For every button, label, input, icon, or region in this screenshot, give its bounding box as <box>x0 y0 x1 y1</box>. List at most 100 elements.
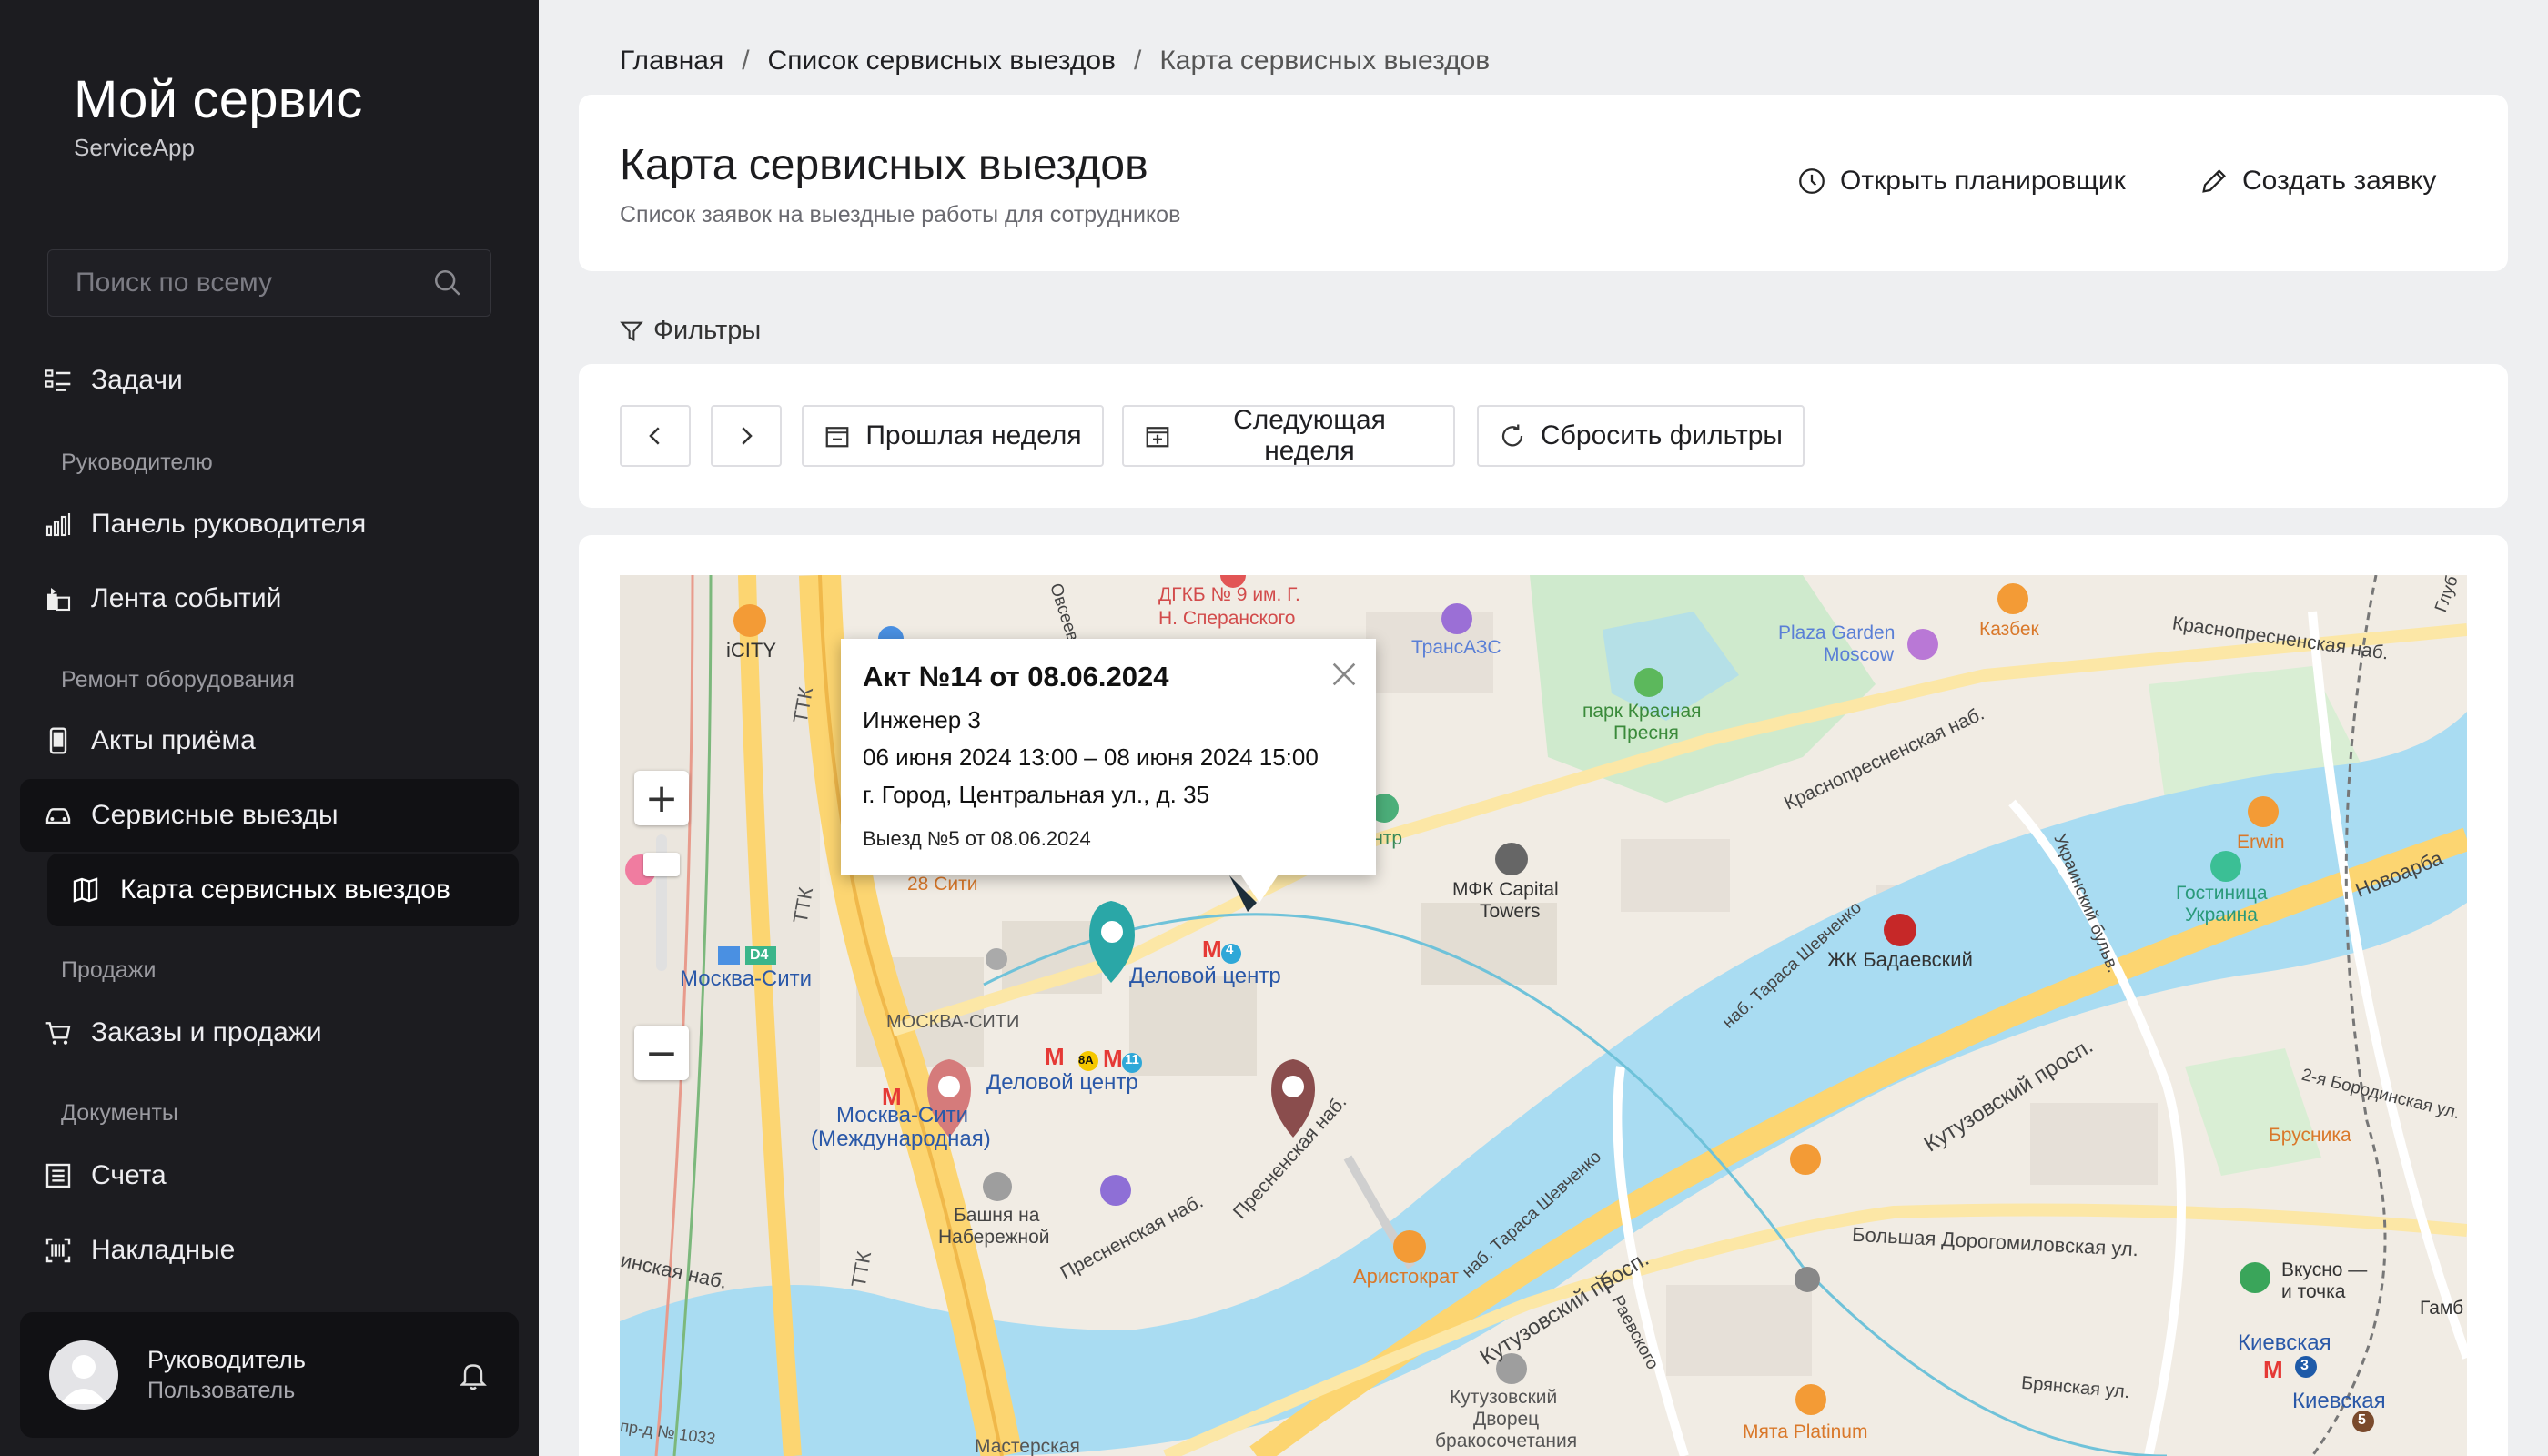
chevron-left-icon <box>649 427 660 445</box>
create-request-label: Создать заявку <box>2242 166 2437 196</box>
map-label-masterskaya: Мастерская <box>975 1436 1080 1456</box>
sidebar-item-orders[interactable]: Заказы и продажи <box>20 996 519 1069</box>
map-label-kutuzpalace3: бракосочетания <box>1435 1431 1578 1451</box>
open-planner-button[interactable]: Открыть планировщик <box>1796 166 2126 197</box>
reset-filters-button[interactable]: Сбросить фильтры <box>1477 405 1805 467</box>
map-label-moscowcitybld: МОСКВА-СИТИ <box>886 1012 1020 1032</box>
section-label-documents: Документы <box>61 1100 178 1126</box>
calendar-minus-icon <box>824 422 851 450</box>
bar-chart-icon <box>44 510 73 539</box>
close-icon[interactable] <box>1329 659 1360 690</box>
map-label-delovoy2: Деловой центр <box>986 1070 1138 1095</box>
task-list-icon <box>44 366 73 395</box>
sidebar-item-label: Задачи <box>91 365 183 395</box>
metro-line-8a: 8А <box>1078 1053 1094 1067</box>
map-label-bashnya2: Набережной <box>938 1227 1050 1248</box>
create-request-button[interactable]: Создать заявку <box>2199 166 2436 197</box>
map-label-mfk2: Towers <box>1480 901 1541 922</box>
search-icon[interactable] <box>432 268 463 298</box>
brand: Мой сервис ServiceApp <box>74 69 362 162</box>
user-panel[interactable]: Руководитель Пользователь <box>20 1312 519 1438</box>
sidebar-item-waybills[interactable]: Накладные <box>20 1214 519 1287</box>
map-label-kutuzpalace: Кутузовский <box>1450 1387 1558 1408</box>
map-label-mata: Мята Platinum <box>1743 1421 1868 1442</box>
map-label-plaza: Plaza Garden <box>1778 622 1896 643</box>
filters-label: Фильтры <box>653 316 762 345</box>
sidebar-item-label: Панель руководителя <box>91 509 367 539</box>
map-label-delovoy: Деловой центр <box>1129 964 1281 988</box>
cart-icon <box>44 1018 73 1047</box>
brand-subtitle: ServiceApp <box>74 134 195 161</box>
prev-button[interactable] <box>620 405 691 467</box>
breadcrumb-list[interactable]: Список сервисных выездов <box>768 46 1116 76</box>
sidebar-item-label: Счета <box>91 1160 167 1190</box>
sidebar-item-events[interactable]: Лента событий <box>20 562 519 635</box>
sidebar-item-tasks[interactable]: Задачи <box>20 344 519 417</box>
sidebar-item-invoices[interactable]: Счета <box>20 1139 519 1212</box>
user-role: Пользователь <box>147 1378 296 1403</box>
bell-icon[interactable] <box>457 1359 490 1391</box>
invoice-icon <box>44 1161 73 1190</box>
metro-line-11: 11 <box>1125 1052 1139 1067</box>
filter-card: Прошлая неделя Следующая неделя Сбросить… <box>579 364 2508 508</box>
popup-tail <box>1241 875 1278 903</box>
sidebar-item-service-map[interactable]: Карта сервисных выездов <box>47 854 519 926</box>
barcode-icon <box>44 1236 73 1265</box>
device-icon <box>44 726 73 755</box>
map-label-ukraina2: Украина <box>2185 905 2258 925</box>
clock-icon <box>1796 166 1827 197</box>
svg-text:M: M <box>1202 935 1222 963</box>
sidebar-item-label: Накладные <box>91 1235 236 1265</box>
svg-text:M: M <box>1045 1043 1065 1070</box>
map-label-gamb: Гамб <box>2420 1298 2464 1319</box>
next-week-button[interactable]: Следующая неделя <box>1122 405 1455 467</box>
zoom-out-button[interactable]: − <box>634 1026 689 1080</box>
sidebar-item-label: Карта сервисных выездов <box>120 875 450 905</box>
breadcrumb: Главная / Список сервисных выездов / Кар… <box>620 46 1490 76</box>
next-button[interactable] <box>711 405 782 467</box>
filter-icon <box>620 321 643 341</box>
breadcrumb-home[interactable]: Главная <box>620 46 723 76</box>
map-label-moscowcity: Москва-Сити <box>680 966 813 991</box>
popup-address: г. Город, Центральная ул., д. 35 <box>863 781 1210 808</box>
popup-title: Акт №14 от 08.06.2024 <box>863 661 1169 693</box>
popup-period: 06 июня 2024 13:00 – 08 июня 2024 15:00 <box>863 743 1319 771</box>
search-box[interactable] <box>47 249 491 317</box>
calendar-plus-icon <box>1144 422 1171 450</box>
sidebar-item-dashboard[interactable]: Панель руководителя <box>20 488 519 561</box>
section-label-repair: Ремонт оборудования <box>61 667 295 693</box>
chevron-right-icon <box>742 427 753 445</box>
map-label-bashnya: Башня на <box>954 1205 1040 1226</box>
sidebar-item-label: Акты приёма <box>91 725 256 755</box>
car-icon <box>44 801 73 830</box>
svg-text:M: M <box>2263 1356 2283 1383</box>
pencil-icon <box>2199 166 2230 197</box>
filters-toggle[interactable]: Фильтры <box>619 316 761 346</box>
map-label-badaevsky: ЖК Бадаевский <box>1827 948 1973 971</box>
map-label-kievskaya: Киевская <box>2238 1330 2331 1355</box>
page-title: Карта сервисных выездов <box>620 141 1148 189</box>
zoom-control: + − <box>634 771 689 1080</box>
prev-week-button[interactable]: Прошлая неделя <box>802 405 1104 467</box>
zoom-in-button[interactable]: + <box>634 771 689 825</box>
map-label-icity: iCITY <box>726 639 776 662</box>
sidebar-item-service-trips[interactable]: Сервисные выезды <box>20 779 519 852</box>
sidebar-item-label: Заказы и продажи <box>91 1017 322 1047</box>
popup-trip-link[interactable]: Выезд №5 от 08.06.2024 <box>863 827 1354 851</box>
map-label-dgkb2: Н. Сперанского <box>1158 608 1296 629</box>
map-label-aristokrat: Аристократ <box>1353 1265 1459 1288</box>
sidebar-item-label: Лента событий <box>91 583 282 613</box>
breadcrumb-separator: / <box>1133 46 1142 76</box>
metro-line-d4: D4 <box>750 947 769 963</box>
zoom-slider-thumb[interactable] <box>643 853 680 876</box>
brand-title: Мой сервис <box>74 70 363 129</box>
header-card: Карта сервисных выездов Список заявок на… <box>579 95 2508 271</box>
sidebar-item-acts[interactable]: Акты приёма <box>20 704 519 777</box>
zoom-slider[interactable] <box>643 834 680 971</box>
feed-icon <box>44 584 73 613</box>
map-label-plaza2: Moscow <box>1824 644 1895 665</box>
breadcrumb-separator: / <box>742 46 750 76</box>
search-input[interactable] <box>76 268 432 298</box>
metro-line-3: 3 <box>2300 1358 2309 1373</box>
map-label-mfk: МФК Capital <box>1452 879 1559 900</box>
